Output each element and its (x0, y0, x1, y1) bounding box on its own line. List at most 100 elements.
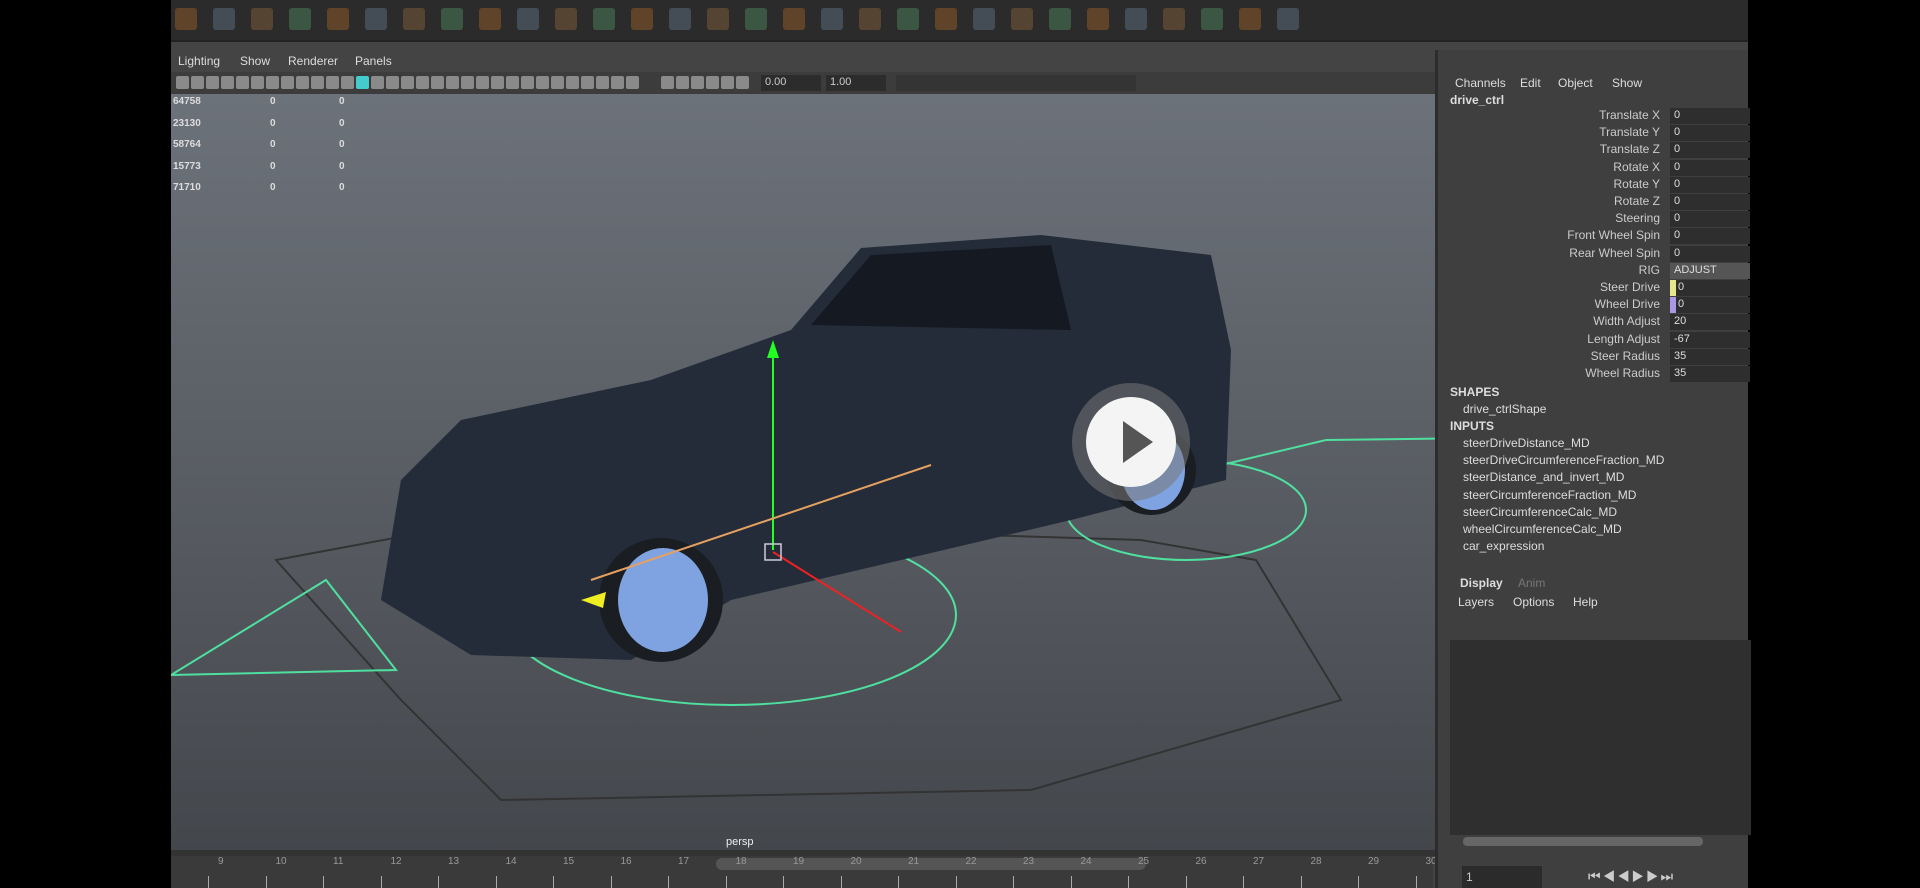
gamma-field[interactable]: 1.00 (826, 75, 886, 91)
input-node[interactable]: steerDriveDistance_MD (1463, 436, 1590, 450)
viewport-tool-icon[interactable] (566, 76, 579, 89)
viewport-tool-icon[interactable] (506, 76, 519, 89)
menu-renderer[interactable]: Renderer (288, 54, 338, 68)
current-frame-field[interactable]: 1 (1462, 866, 1542, 888)
viewport-tool-icon[interactable] (326, 76, 339, 89)
viewport-tool-icon[interactable] (581, 76, 594, 89)
menu-edit[interactable]: Edit (1520, 76, 1541, 90)
attr-value-field[interactable]: 0 (1670, 142, 1750, 159)
viewport-tool-icon[interactable] (356, 76, 369, 89)
viewport-tool-icon[interactable] (536, 76, 549, 89)
tab-display[interactable]: Display (1460, 576, 1503, 590)
input-node[interactable]: steerCircumferenceCalc_MD (1463, 505, 1617, 519)
viewport-tool-icon[interactable] (446, 76, 459, 89)
time-slider[interactable]: 9 10 11 12 13 14 15 16 17 18 19 20 21 22 23 24 25 26 27 28 2… (171, 856, 1437, 888)
shape-node[interactable]: drive_ctrlShape (1463, 402, 1546, 416)
input-node[interactable]: steerDistance_and_invert_MD (1463, 470, 1624, 484)
shelf-tool-icon[interactable] (897, 8, 919, 30)
shelf-tool-icon[interactable] (821, 8, 843, 30)
attr-value-field[interactable]: 0 (1670, 245, 1750, 262)
shelf-tool-icon[interactable] (935, 8, 957, 30)
viewport-tool-icon[interactable] (176, 76, 189, 89)
viewport-tool-icon[interactable] (296, 76, 309, 89)
shelf-tool-icon[interactable] (1011, 8, 1033, 30)
menu-panels[interactable]: Panels (355, 54, 392, 68)
color-space-dropdown[interactable] (896, 75, 1136, 91)
menu-help[interactable]: Help (1573, 595, 1598, 609)
viewport-tool-icon[interactable] (311, 76, 324, 89)
attr-value-field[interactable]: 35 (1670, 348, 1750, 365)
viewport-tool-icon[interactable] (736, 76, 749, 89)
shelf-tool-icon[interactable] (593, 8, 615, 30)
exposure-field[interactable]: 0.00 (761, 75, 821, 91)
viewport-tool-icon[interactable] (691, 76, 704, 89)
viewport-tool-icon[interactable] (416, 76, 429, 89)
viewport-tool-icon[interactable] (521, 76, 534, 89)
input-node[interactable]: wheelCircumferenceCalc_MD (1463, 522, 1622, 536)
attr-value-field[interactable]: 0 (1670, 108, 1750, 124)
viewport-tool-icon[interactable] (431, 76, 444, 89)
attr-value-field[interactable]: 0 (1670, 228, 1750, 245)
video-play-button[interactable] (1072, 383, 1190, 501)
viewport-tool-icon[interactable] (281, 76, 294, 89)
attr-value-field[interactable]: 0 (1670, 194, 1750, 210)
attr-value-field[interactable]: 35 (1670, 366, 1750, 382)
shelf-tool-icon[interactable] (441, 8, 463, 30)
shelf-tool-icon[interactable] (859, 8, 881, 30)
viewport-tool-icon[interactable] (206, 76, 219, 89)
shelf-tool-icon[interactable] (1125, 8, 1147, 30)
input-node[interactable]: steerCircumferenceFraction_MD (1463, 488, 1636, 502)
viewport-tool-icon[interactable] (661, 76, 674, 89)
tab-anim[interactable]: Anim (1518, 576, 1545, 590)
viewport-tool-icon[interactable] (721, 76, 734, 89)
shelf-tool-icon[interactable] (517, 8, 539, 30)
menu-show[interactable]: Show (1612, 76, 1642, 90)
attr-value-field[interactable]: 0 (1670, 211, 1750, 228)
viewport-tool-icon[interactable] (371, 76, 384, 89)
viewport-tool-icon[interactable] (611, 76, 624, 89)
viewport-tool-icon[interactable] (251, 76, 264, 89)
shelf-tool-icon[interactable] (973, 8, 995, 30)
layer-list[interactable] (1450, 640, 1751, 835)
attr-value-field[interactable]: 0 (1670, 297, 1750, 314)
attr-value-field[interactable]: 0 (1670, 159, 1750, 176)
viewport-tool-icon[interactable] (461, 76, 474, 89)
shelf-tool-icon[interactable] (707, 8, 729, 30)
viewport-tool-icon[interactable] (476, 76, 489, 89)
shelf-tool-icon[interactable] (631, 8, 653, 30)
shelf-tool-icon[interactable] (1201, 8, 1223, 30)
shelf-tool-icon[interactable] (175, 8, 197, 30)
attr-value-field[interactable]: 0 (1670, 280, 1750, 296)
menu-layers[interactable]: Layers (1458, 595, 1494, 609)
shelf-tool-icon[interactable] (555, 8, 577, 30)
viewport-tool-icon[interactable] (191, 76, 204, 89)
3d-viewport[interactable] (171, 94, 1435, 855)
input-node[interactable]: steerDriveCircumferenceFraction_MD (1463, 453, 1664, 467)
viewport-tool-icon[interactable] (236, 76, 249, 89)
shelf-tool-icon[interactable] (251, 8, 273, 30)
layer-scrollbar[interactable] (1463, 837, 1703, 846)
viewport-tool-icon[interactable] (401, 76, 414, 89)
shelf-tool-icon[interactable] (1163, 8, 1185, 30)
viewport-tool-icon[interactable] (266, 76, 279, 89)
viewport-tool-icon[interactable] (551, 76, 564, 89)
viewport-tool-icon[interactable] (626, 76, 639, 89)
shelf-tool-icon[interactable] (1239, 8, 1261, 30)
shelf-tool-icon[interactable] (1277, 8, 1299, 30)
shelf-tool-icon[interactable] (289, 8, 311, 30)
input-node[interactable]: car_expression (1463, 539, 1544, 553)
shelf-tool-icon[interactable] (669, 8, 691, 30)
attr-value-field[interactable]: 20 (1670, 314, 1750, 331)
viewport-tool-icon[interactable] (706, 76, 719, 89)
shelf-tool-icon[interactable] (327, 8, 349, 30)
viewport-tool-icon[interactable] (676, 76, 689, 89)
shelf-tool-icon[interactable] (365, 8, 387, 30)
attr-value-field[interactable]: ADJUST (1670, 262, 1750, 279)
shelf-tool-icon[interactable] (213, 8, 235, 30)
viewport-tool-icon[interactable] (341, 76, 354, 89)
shelf-tool-icon[interactable] (479, 8, 501, 30)
shelf-tool-icon[interactable] (745, 8, 767, 30)
menu-channels[interactable]: Channels (1455, 76, 1506, 90)
shelf-tool-icon[interactable] (783, 8, 805, 30)
attr-value-field[interactable]: 0 (1670, 176, 1750, 193)
